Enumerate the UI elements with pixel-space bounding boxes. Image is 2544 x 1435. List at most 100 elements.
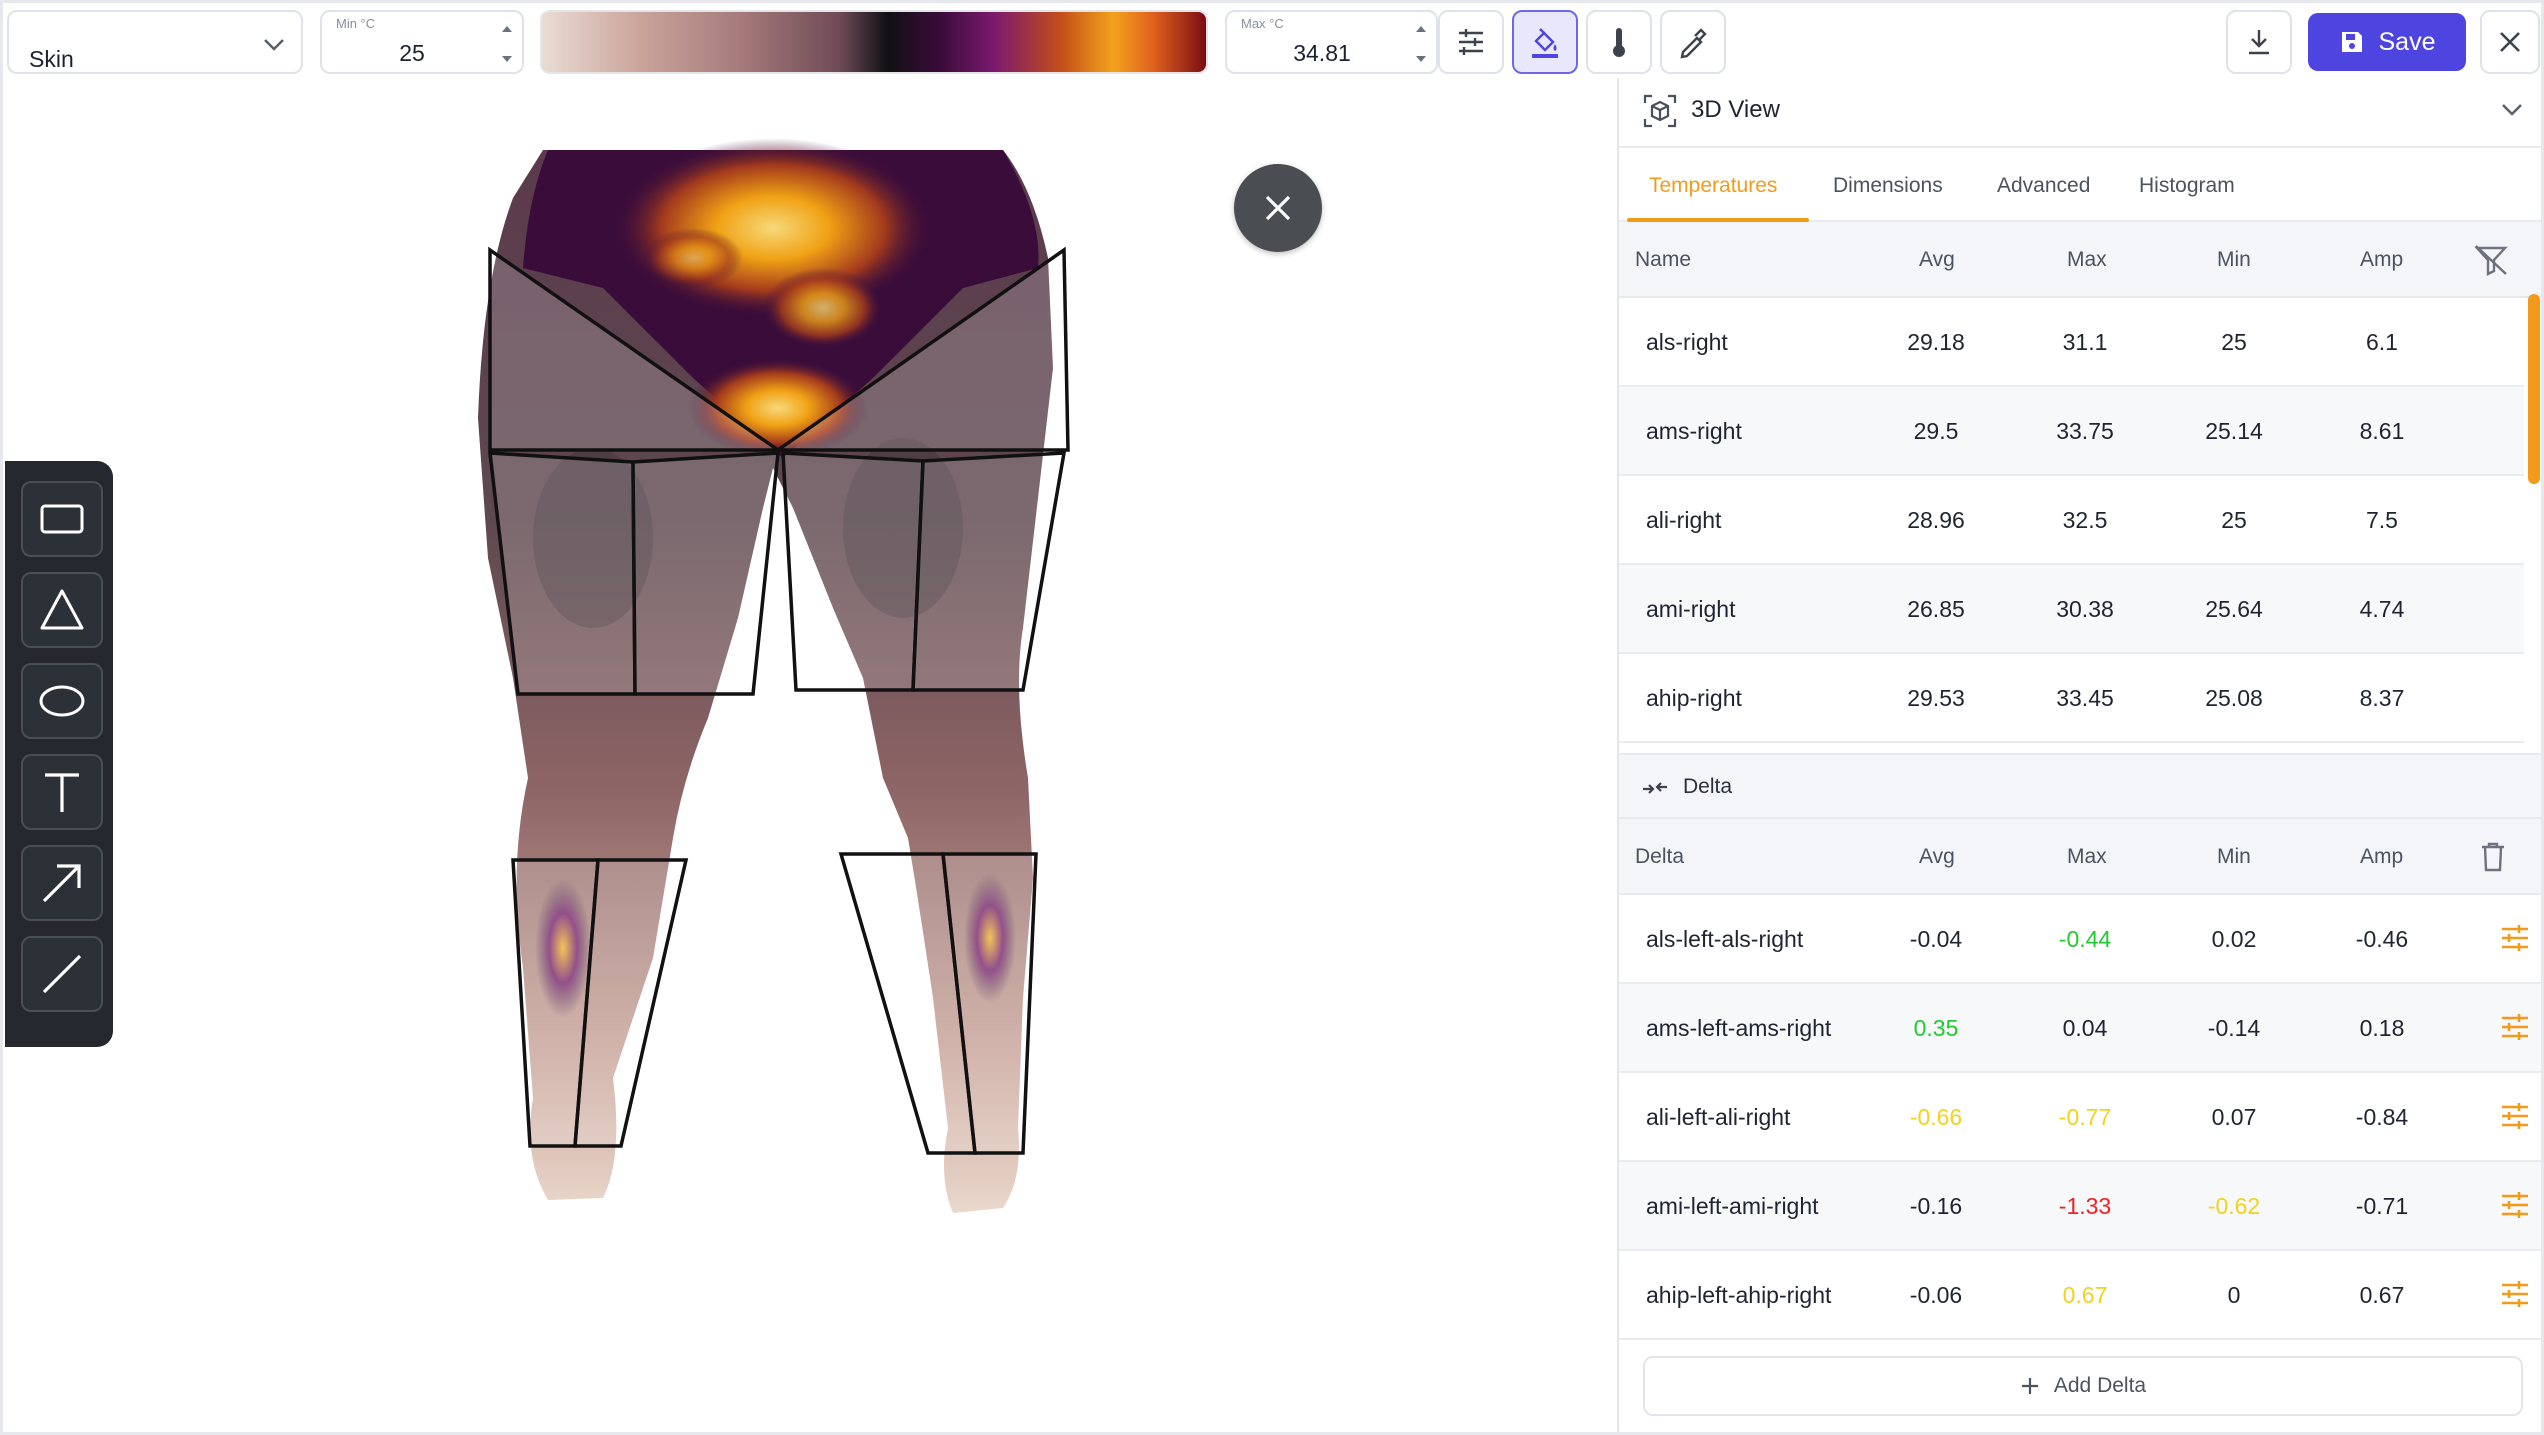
table-row[interactable]: ams-right 29.5 33.75 25.14 8.61 xyxy=(1619,387,2524,476)
close-icon xyxy=(1265,195,1291,221)
row-amp: 6.1 xyxy=(2366,329,2398,355)
drawing-tools xyxy=(5,461,113,1047)
panel-title: 3D View xyxy=(1691,96,1780,123)
row-avg: 29.18 xyxy=(1907,329,1965,355)
row-max: 31.1 xyxy=(2062,329,2108,355)
sliders-icon xyxy=(1459,29,1483,55)
row-amp: 7.5 xyxy=(2366,507,2398,533)
delta-section-header: Delta xyxy=(1619,753,2544,819)
col-name[interactable]: Name xyxy=(1635,248,1691,272)
stepper-icon[interactable] xyxy=(1414,22,1428,66)
delta-max: -0.77 xyxy=(2058,1104,2112,1130)
row-max: 33.75 xyxy=(2056,418,2114,444)
filter-off-icon[interactable] xyxy=(2473,244,2509,276)
panel-tabs: Temperatures Dimensions Advanced Histogr… xyxy=(1619,150,2544,222)
col-amp[interactable]: Amp xyxy=(2360,845,2403,869)
col-min[interactable]: Min xyxy=(2217,248,2251,272)
save-icon xyxy=(2341,32,2362,52)
table-row[interactable]: ali-right 28.96 32.5 25 7.5 xyxy=(1619,476,2524,565)
row-avg: 29.53 xyxy=(1907,685,1965,711)
delta-amp: -0.84 xyxy=(2355,1104,2409,1130)
delta-min: -0.14 xyxy=(2207,1015,2261,1041)
row-max: 32.5 xyxy=(2062,507,2108,533)
stepper-icon[interactable] xyxy=(500,22,514,66)
delta-min: 0.02 xyxy=(2211,926,2257,952)
close-editor-button[interactable] xyxy=(2480,10,2540,74)
table-row[interactable]: ami-right 26.85 30.38 25.64 4.74 xyxy=(1619,565,2524,654)
row-avg: 28.96 xyxy=(1907,507,1965,533)
save-label: Save xyxy=(2378,27,2436,56)
col-amp[interactable]: Amp xyxy=(2360,248,2403,272)
add-delta-button[interactable]: Add Delta xyxy=(1643,1356,2523,1416)
fill-button[interactable] xyxy=(1512,10,1578,74)
arrow-tool[interactable] xyxy=(21,845,103,921)
text-tool[interactable] xyxy=(21,754,103,830)
col-avg[interactable]: Avg xyxy=(1919,248,1955,272)
max-temp-input[interactable]: Max °C 34.81 xyxy=(1225,10,1438,74)
min-temp-input[interactable]: Min °C 25 xyxy=(320,10,524,74)
temperatures-table-body: als-right 29.18 31.1 25 6.1 ams-right 29… xyxy=(1619,298,2544,753)
paint-bucket-icon xyxy=(1532,28,1558,58)
text-icon xyxy=(45,773,79,812)
trash-icon[interactable] xyxy=(2479,841,2507,873)
line-tool[interactable] xyxy=(21,936,103,1012)
tab-advanced[interactable]: Advanced xyxy=(1997,150,2090,222)
sliders-icon[interactable] xyxy=(2498,1099,2532,1133)
delta-row[interactable]: ams-left-ams-right 0.35 0.04 -0.14 0.18 xyxy=(1619,984,2544,1073)
sliders-icon[interactable] xyxy=(2498,1188,2532,1222)
delta-table-body: als-left-als-right -0.04 -0.44 0.02 -0.4… xyxy=(1619,895,2544,1340)
col-max[interactable]: Max xyxy=(2067,845,2107,869)
line-icon xyxy=(42,954,82,994)
panel-header[interactable]: 3D View xyxy=(1619,78,2544,148)
row-min: 25 xyxy=(2221,507,2247,533)
adjust-button[interactable] xyxy=(1438,10,1504,74)
eyedropper-button[interactable] xyxy=(1660,10,1726,74)
download-button[interactable] xyxy=(2226,10,2292,74)
tab-dimensions[interactable]: Dimensions xyxy=(1833,150,1943,222)
ellipse-tool[interactable] xyxy=(21,663,103,739)
triangle-tool[interactable] xyxy=(21,572,103,648)
col-min[interactable]: Min xyxy=(2217,845,2251,869)
row-max: 33.45 xyxy=(2056,685,2114,711)
delta-row[interactable]: ami-left-ami-right -0.16 -1.33 -0.62 -0.… xyxy=(1619,1162,2544,1251)
delta-row[interactable]: ahip-left-ahip-right -0.06 0.67 0 0.67 xyxy=(1619,1251,2544,1340)
table-scrollbar[interactable] xyxy=(2528,294,2540,484)
close-overlay-button[interactable] xyxy=(1234,164,1322,252)
table-row[interactable]: als-right 29.18 31.1 25 6.1 xyxy=(1619,298,2524,387)
chevron-down-icon[interactable] xyxy=(2500,102,2524,118)
sliders-icon[interactable] xyxy=(2498,1277,2532,1311)
tab-histogram[interactable]: Histogram xyxy=(2139,150,2235,222)
save-button[interactable]: Save xyxy=(2308,13,2466,71)
col-avg[interactable]: Avg xyxy=(1919,845,1955,869)
delta-amp: 0.18 xyxy=(2359,1015,2405,1041)
delta-min: 0 xyxy=(2227,1282,2241,1308)
col-max[interactable]: Max xyxy=(2067,248,2107,272)
add-delta-label: Add Delta xyxy=(2053,1374,2147,1397)
delta-max: -0.44 xyxy=(2058,926,2112,952)
sliders-icon[interactable] xyxy=(2498,1010,2532,1044)
thermal-canvas[interactable] xyxy=(3,78,1617,1432)
thermometer-button[interactable] xyxy=(1586,10,1652,74)
delta-row[interactable]: als-left-als-right -0.04 -0.44 0.02 -0.4… xyxy=(1619,895,2544,984)
delta-min: 0.07 xyxy=(2211,1104,2257,1130)
rectangle-tool[interactable] xyxy=(21,481,103,557)
row-amp: 8.37 xyxy=(2359,685,2405,711)
col-delta[interactable]: Delta xyxy=(1635,845,1684,869)
delta-avg: -0.16 xyxy=(1909,1193,1963,1219)
analysis-panel: 3D View Temperatures Dimensions Advanced… xyxy=(1617,78,2544,1435)
delta-amp: -0.71 xyxy=(2355,1193,2409,1219)
sliders-icon[interactable] xyxy=(2498,921,2532,955)
delta-amp: -0.46 xyxy=(2355,926,2409,952)
delta-max: -1.33 xyxy=(2058,1193,2112,1219)
row-max: 30.38 xyxy=(2056,596,2114,622)
table-row[interactable]: ahip-right 29.53 33.45 25.08 8.37 xyxy=(1619,654,2524,743)
download-icon xyxy=(2249,30,2269,55)
temperatures-table-header: Name Avg Max Min Amp xyxy=(1619,222,2544,298)
delta-row[interactable]: ali-left-ali-right -0.66 -0.77 0.07 -0.8… xyxy=(1619,1073,2544,1162)
row-min: 25.64 xyxy=(2205,596,2263,622)
chevron-down-icon xyxy=(264,39,284,51)
tab-temperatures[interactable]: Temperatures xyxy=(1649,150,1777,222)
palette-select[interactable]: Skin xyxy=(7,10,303,74)
row-min: 25.14 xyxy=(2205,418,2263,444)
delta-title: Delta xyxy=(1683,775,1733,798)
